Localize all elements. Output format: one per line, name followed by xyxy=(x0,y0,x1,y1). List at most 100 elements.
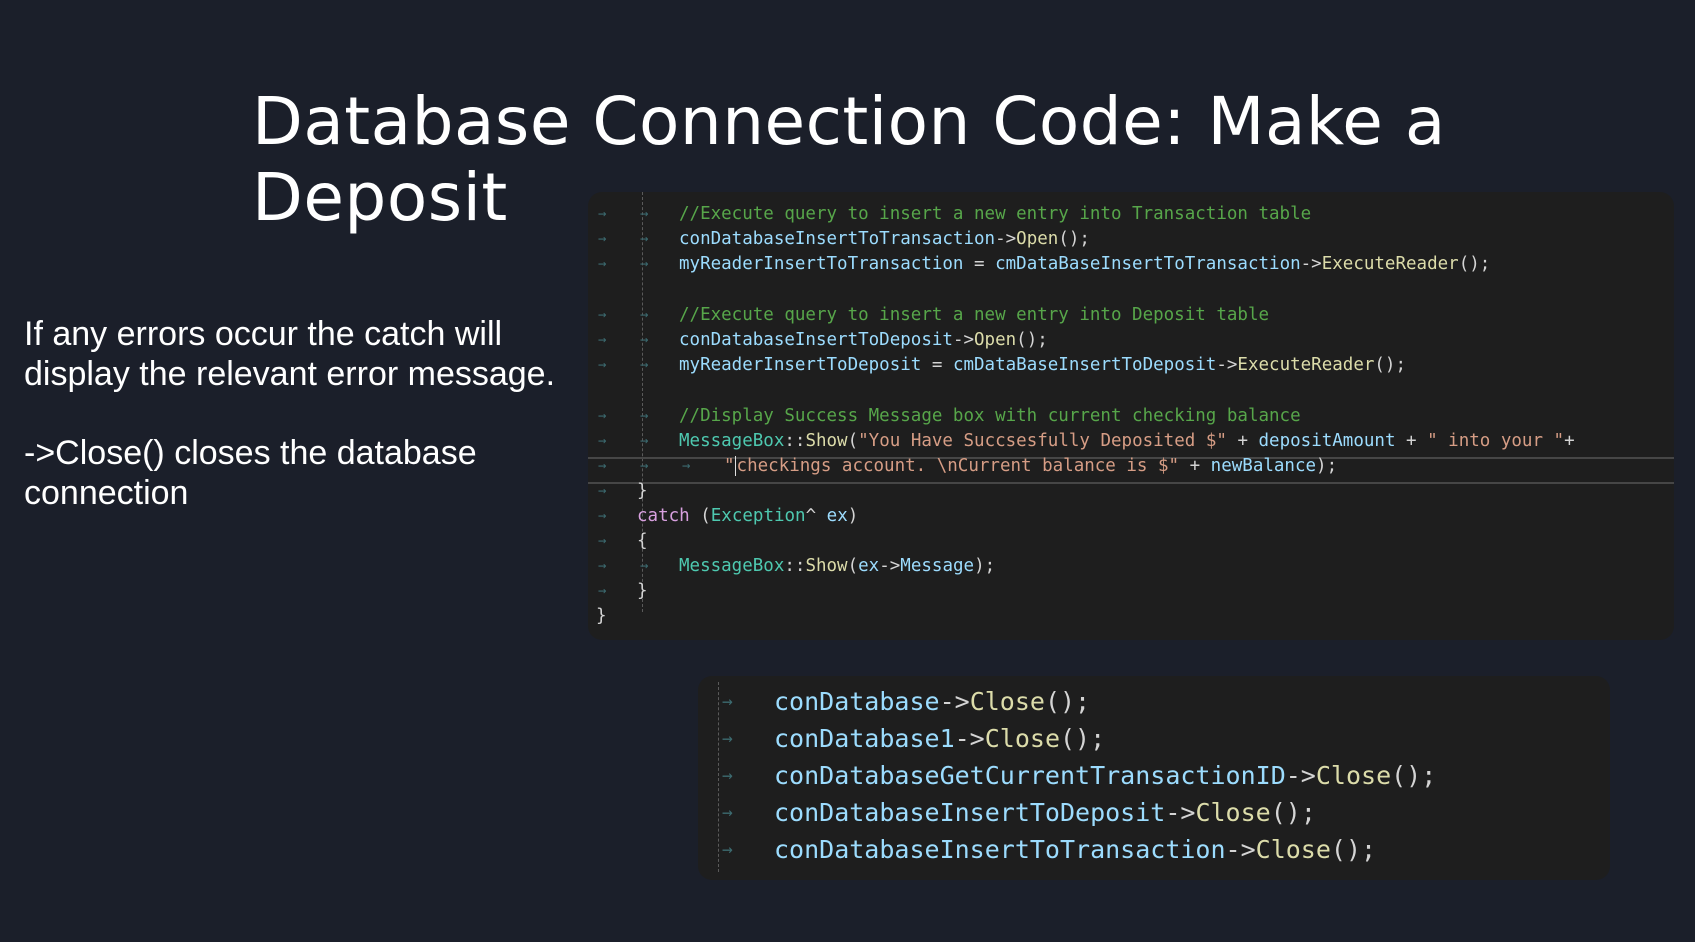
tab-arrow-icon: → xyxy=(598,558,607,574)
code-token: ex xyxy=(858,556,880,576)
tab-arrow-icon: → xyxy=(598,206,607,222)
tab-arrow-icon: → xyxy=(598,256,607,272)
code-token: ^ xyxy=(805,506,827,526)
code-token: Show xyxy=(805,431,848,451)
tab-arrow-icon: → xyxy=(640,231,649,247)
code-line-current: → → → " checkings account. \nCurrent balance… xyxy=(588,454,1674,479)
code-token: + xyxy=(1179,456,1211,476)
code-token: checkings account. \nCurrent balance is … xyxy=(736,456,1180,476)
code-line: → → conDatabaseInsertToTransaction->Open()… xyxy=(588,227,1674,252)
code-token: cmDataBaseInsertToTransaction xyxy=(995,254,1301,274)
code-token: conDatabase xyxy=(774,687,940,716)
tab-arrow-icon: → xyxy=(722,802,733,823)
code-token: MessageBox xyxy=(679,556,785,576)
tab-arrow-icon: → xyxy=(640,307,649,323)
code-token: :: xyxy=(784,431,806,451)
code-block-close-connections: → conDatabase->Close(); → conDatabase1->Cl… xyxy=(698,676,1610,880)
code-token: ( xyxy=(689,506,711,526)
code-token: newBalance xyxy=(1210,456,1317,476)
code-token: Close xyxy=(1195,798,1271,827)
code-line: → conDatabaseInsertToTransaction->Close()… xyxy=(698,832,1610,868)
comment-deposit: //Execute query to insert a new entry in… xyxy=(679,305,1270,325)
code-token: ) xyxy=(847,506,859,526)
tab-arrow-icon: → xyxy=(722,765,733,786)
code-token: -> xyxy=(1225,835,1256,864)
slide-body: If any errors occur the catch will displ… xyxy=(24,314,564,552)
code-token: conDatabaseGetCurrentTransactionID xyxy=(774,761,1286,790)
code-token: conDatabaseInsertToTransaction xyxy=(679,229,996,249)
code-line: → conDatabaseInsertToDeposit->Close(); xyxy=(698,795,1610,831)
tab-arrow-icon: → xyxy=(598,483,607,499)
code-line: → → //Execute query to insert a new entry … xyxy=(588,202,1674,227)
code-token: catch xyxy=(637,506,690,526)
text-caret xyxy=(734,456,736,476)
code-token: ex xyxy=(826,506,848,526)
tab-arrow-icon: → xyxy=(598,408,607,424)
tab-arrow-icon: → xyxy=(722,728,733,749)
catch-explanation: If any errors occur the catch will displ… xyxy=(24,315,556,393)
tab-arrow-icon: → xyxy=(640,408,649,424)
code-token: ( xyxy=(847,431,859,451)
code-token: -> xyxy=(995,229,1017,249)
code-token: Close xyxy=(1315,761,1392,790)
code-token: -> xyxy=(1285,761,1316,790)
tab-arrow-icon: → xyxy=(598,307,607,323)
tab-arrow-icon: → xyxy=(640,357,649,373)
code-line: →} xyxy=(588,579,1674,604)
code-token: Open xyxy=(1016,229,1059,249)
code-token: (); xyxy=(1060,724,1106,753)
code-token: "You Have Succsesfully Deposited $" xyxy=(858,431,1227,451)
tab-arrow-icon: → xyxy=(640,332,649,348)
tab-arrow-icon: → xyxy=(640,206,649,222)
tab-arrow-icon: → xyxy=(640,458,649,474)
tab-arrow-icon: → xyxy=(640,433,649,449)
code-line: →{ xyxy=(588,529,1674,554)
code-token: ); xyxy=(1316,456,1338,476)
tab-arrow-icon: → xyxy=(598,458,607,474)
slide-title-line-1: Database Connection Code: Make a xyxy=(252,83,1446,160)
code-line: → → conDatabaseInsertToDeposit->Open(); xyxy=(588,328,1674,353)
code-token: (); xyxy=(1270,798,1316,827)
comment-display: //Display Success Message box with curre… xyxy=(679,406,1301,426)
code-token: (); xyxy=(1016,330,1048,350)
code-line: → → MessageBox::Show("You Have Succsesfull… xyxy=(588,429,1674,454)
code-token: } xyxy=(637,481,648,501)
code-token: :: xyxy=(784,556,806,576)
tab-arrow-icon: → xyxy=(598,433,607,449)
tab-arrow-icon: → xyxy=(722,691,733,712)
code-token: Exception xyxy=(710,506,806,526)
code-token: ); xyxy=(974,556,996,576)
code-line: →} xyxy=(588,479,1674,504)
code-line: → → myReaderInsertToDeposit = cmDataBaseIn… xyxy=(588,353,1674,378)
code-token: myReaderInsertToTransaction xyxy=(679,254,964,274)
code-token: Open xyxy=(974,330,1017,350)
code-token: } xyxy=(596,606,607,626)
tab-arrow-icon: → xyxy=(598,332,607,348)
code-token: -> xyxy=(879,556,901,576)
code-token: + xyxy=(1226,431,1259,451)
code-token: conDatabaseInsertToDeposit xyxy=(774,798,1166,827)
code-token: -> xyxy=(952,330,975,350)
code-block-deposit-queries: → → //Execute query to insert a new entry … xyxy=(588,192,1674,640)
code-token: " xyxy=(724,456,735,476)
code-token: (); xyxy=(1458,254,1491,274)
code-token: { xyxy=(637,531,648,551)
code-token: ExecuteReader xyxy=(1321,254,1459,274)
code-token: -> xyxy=(1300,254,1322,274)
code-token: } xyxy=(637,581,648,601)
code-token: myReaderInsertToDeposit xyxy=(679,355,922,375)
code-token: MessageBox xyxy=(679,431,785,451)
code-token: (); xyxy=(1044,687,1091,716)
code-token: (); xyxy=(1330,835,1377,864)
code-token: ( xyxy=(847,556,859,576)
code-token: -> xyxy=(954,724,985,753)
code-line: → → //Display Success Message box with cur… xyxy=(588,404,1674,429)
code-line: → → MessageBox::Show(ex->Message); xyxy=(588,554,1674,579)
code-token: conDatabaseInsertToDeposit xyxy=(679,330,953,350)
code-token: " into your " xyxy=(1427,431,1565,451)
tab-arrow-icon: → xyxy=(598,357,607,373)
code-token: Show xyxy=(805,556,848,576)
tab-arrow-icon: → xyxy=(640,256,649,272)
code-token: -> xyxy=(1165,798,1196,827)
code-token: conDatabase1 xyxy=(774,724,955,753)
